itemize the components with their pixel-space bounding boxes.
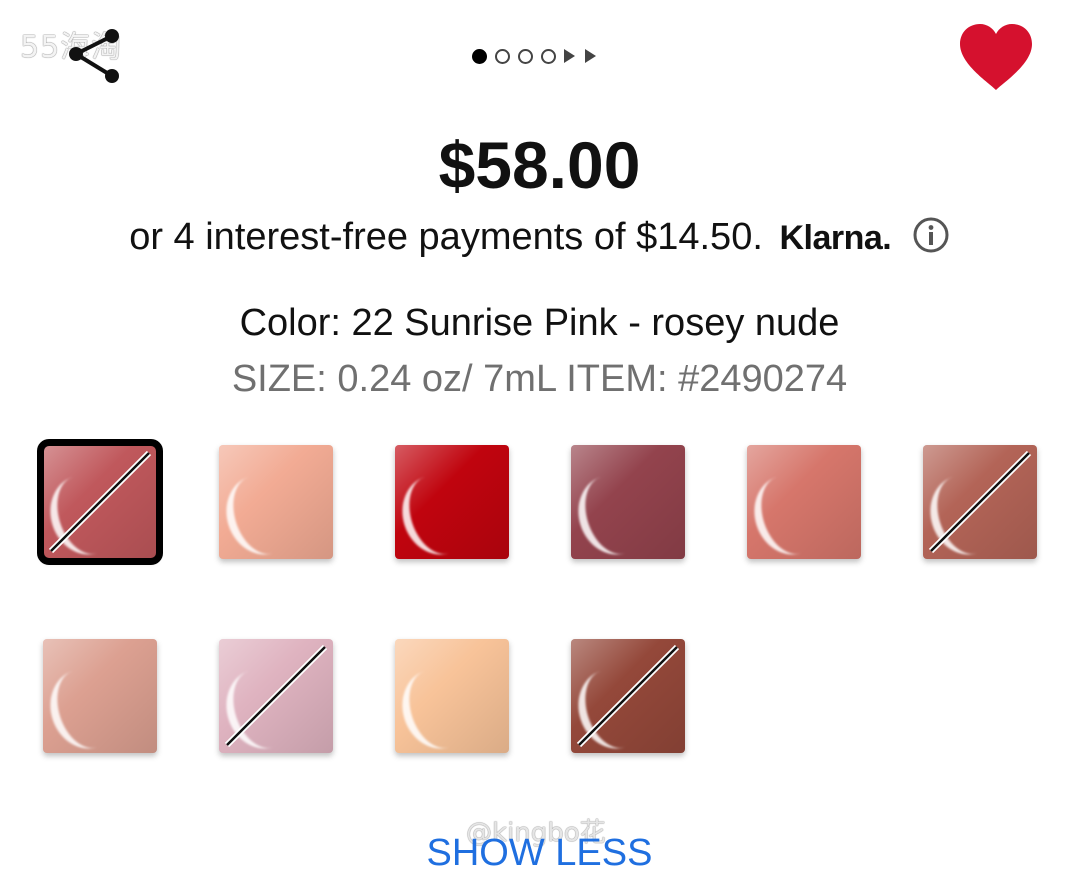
pager-dot-2[interactable] [495, 48, 510, 64]
size-item-label: SIZE: 0.24 oz/ 7mL ITEM: #2490274 [231, 358, 848, 400]
pager-last-arrow-icon[interactable] [585, 49, 596, 63]
installments-text: or 4 interest-free payments of $14.50. [129, 216, 763, 258]
color-swatch-1[interactable] [43, 445, 157, 559]
color-swatch-6[interactable] [923, 445, 1037, 559]
pager-dot-1[interactable] [472, 48, 487, 64]
selected-color-label: Color: 22 Sunrise Pink - rosey nude [239, 302, 840, 344]
product-price: $58.00 [438, 128, 641, 202]
color-swatch-8[interactable] [219, 639, 333, 753]
klarna-logo[interactable]: Klarna. [779, 219, 891, 257]
image-pager [472, 44, 606, 68]
installments-row: or 4 interest-free payments of $14.50. K… [0, 214, 1079, 261]
color-swatch-4[interactable] [571, 445, 685, 559]
unavailable-slash-icon [48, 450, 152, 554]
heart-icon [960, 24, 1032, 90]
color-swatch-3[interactable] [395, 445, 509, 559]
color-swatch-5[interactable] [747, 445, 861, 559]
unavailable-slash-icon [576, 644, 680, 748]
share-icon [69, 29, 119, 83]
info-icon[interactable] [912, 216, 950, 254]
unavailable-slash-icon [224, 644, 328, 748]
show-less-button[interactable]: SHOW LESS [0, 830, 1079, 876]
color-swatch-7[interactable] [43, 639, 157, 753]
pager-next-arrow-icon[interactable] [564, 49, 575, 63]
unavailable-slash-icon [928, 450, 1032, 554]
pager-dot-3[interactable] [518, 48, 533, 64]
color-swatch-9[interactable] [395, 639, 509, 753]
pager-dot-4[interactable] [541, 48, 556, 64]
color-swatch-10[interactable] [571, 639, 685, 753]
favorite-button[interactable] [958, 22, 1034, 92]
color-swatch-2[interactable] [219, 445, 333, 559]
share-button[interactable] [62, 24, 126, 88]
